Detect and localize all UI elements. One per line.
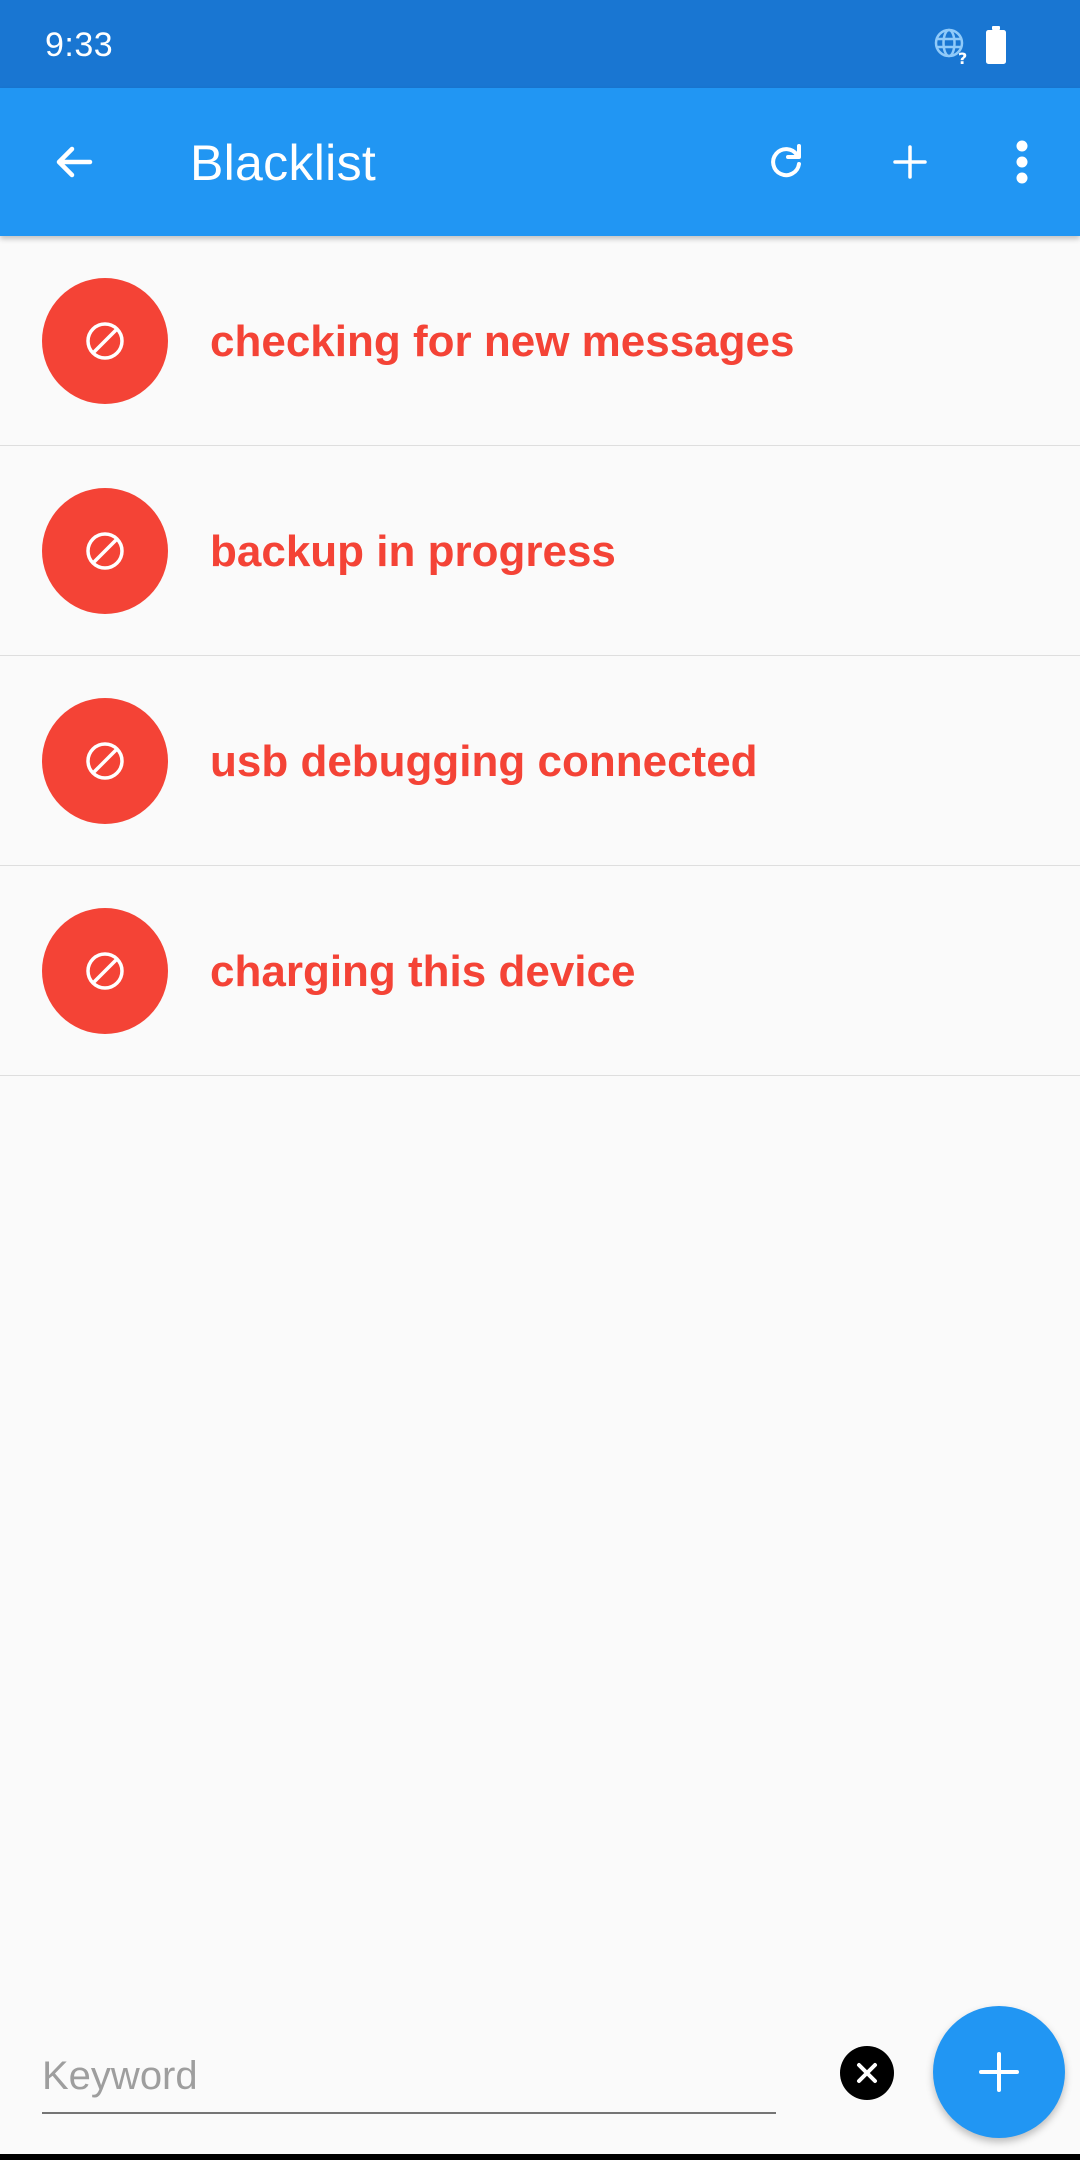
arrow-left-icon bbox=[56, 146, 93, 178]
globe-question-icon: ? bbox=[934, 28, 967, 66]
block-icon bbox=[86, 742, 124, 780]
clear-keyword-button[interactable] bbox=[840, 2046, 894, 2100]
svg-text:?: ? bbox=[958, 49, 967, 66]
list-item-label: usb debugging connected bbox=[210, 737, 758, 786]
add-keyword-button[interactable] bbox=[862, 114, 958, 210]
list-item-label: checking for new messages bbox=[210, 317, 795, 366]
page-title: Blacklist bbox=[190, 135, 377, 191]
list-item-label: charging this device bbox=[210, 947, 636, 996]
block-icon-badge bbox=[42, 698, 168, 824]
list-item[interactable]: charging this device bbox=[0, 866, 1080, 1076]
status-time: 9:33 bbox=[45, 26, 114, 64]
refresh-button[interactable] bbox=[738, 114, 834, 210]
plus-icon bbox=[979, 2052, 1019, 2092]
more-vert-icon bbox=[1016, 140, 1028, 184]
battery-icon bbox=[986, 26, 1006, 64]
list-item[interactable]: checking for new messages bbox=[0, 236, 1080, 446]
block-icon-badge bbox=[42, 488, 168, 614]
navigation-bar-edge bbox=[0, 2154, 1080, 2160]
status-bar: 9:33 ? bbox=[0, 0, 1080, 88]
back-button[interactable] bbox=[26, 114, 122, 210]
block-icon-badge bbox=[42, 278, 168, 404]
block-icon bbox=[86, 532, 124, 570]
refresh-icon bbox=[771, 144, 801, 178]
block-icon-badge bbox=[42, 908, 168, 1034]
blacklist: checking for new messages backup in prog… bbox=[0, 236, 1080, 1076]
close-icon bbox=[857, 2063, 877, 2083]
app-bar: Blacklist bbox=[0, 88, 1080, 236]
keyword-input[interactable] bbox=[42, 2040, 776, 2114]
more-options-button[interactable] bbox=[974, 114, 1070, 210]
list-item-label: backup in progress bbox=[210, 527, 616, 576]
list-item[interactable]: usb debugging connected bbox=[0, 656, 1080, 866]
plus-icon bbox=[893, 145, 927, 179]
add-keyword-fab[interactable] bbox=[933, 2006, 1065, 2138]
block-icon bbox=[86, 952, 124, 990]
list-item[interactable]: backup in progress bbox=[0, 446, 1080, 656]
block-icon bbox=[86, 322, 124, 360]
